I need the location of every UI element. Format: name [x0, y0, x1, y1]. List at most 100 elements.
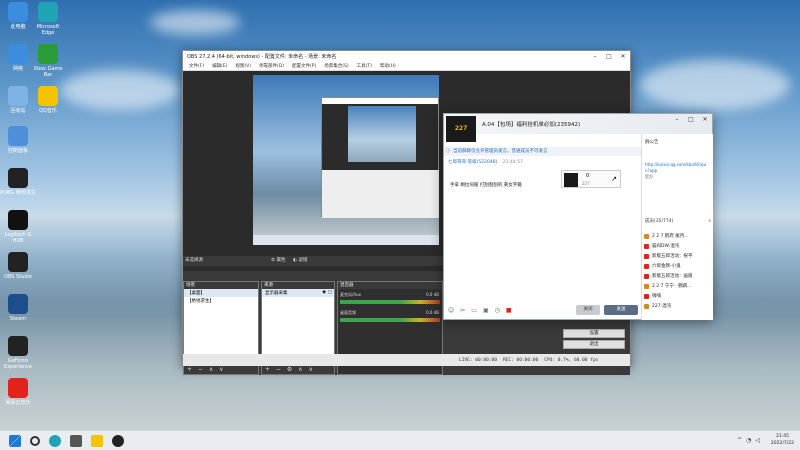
cloud [60, 70, 180, 110]
menu-item[interactable]: 编辑(E) [212, 62, 227, 70]
live-status: LIVE: 00:00:00 [459, 357, 497, 363]
cloud [150, 10, 240, 35]
filters-label: 滤镜 [298, 258, 308, 263]
announce-link[interactable]: http://kaixai.qq.com/kball/k/qun?app [642, 150, 713, 174]
nested-obs-window [321, 97, 439, 218]
volume-meter[interactable] [340, 318, 440, 322]
history-icon[interactable]: ◷ [495, 307, 500, 314]
member-item[interactable]: 猫闷DW-混沌 [642, 241, 714, 251]
taskbar: 21:45 2022/7/22 ^ ◔ ◁ [0, 430, 800, 450]
send-button[interactable]: 发送 [604, 305, 638, 315]
chat-titlebar[interactable]: 227 A.04【包场】福利挂机单必加(235942) – □ ✕ [444, 114, 712, 142]
member-name: 2 2 7 鹤府 尾月... [652, 234, 689, 239]
message-text: 手拿 桐拉伺服 打刮刮刮的 黄女字籍 [450, 183, 522, 188]
image-icon[interactable]: ▣ [483, 307, 489, 314]
volume-icon[interactable]: ◁ [755, 437, 760, 444]
scene-item[interactable]: 【桌面】 [184, 289, 258, 297]
obs-icon[interactable] [112, 434, 124, 447]
minimize-icon[interactable]: – [670, 114, 684, 125]
obs-title: OBS 27.2.4 (64-bit, windows) - 配置文件: 未命名… [187, 54, 337, 60]
close-chat-button[interactable]: 关闭 [576, 305, 600, 315]
windows-start-icon[interactable] [9, 434, 21, 447]
member-item[interactable]: 2 2 7 宁宁 · 鹦鹉... [642, 281, 714, 291]
search-icon[interactable] [30, 435, 40, 446]
desktop-icon-label: QQ音乐 [39, 108, 57, 114]
desktop-icon[interactable]: Xbox Game Bar [30, 44, 66, 78]
wifi-icon[interactable]: ◔ [746, 437, 751, 444]
desktop-icon[interactable]: Steam [0, 294, 36, 322]
member-item[interactable]: 227-混沌 [642, 301, 714, 311]
mixer-track: 麦克风/Aux 0.0 dB [338, 289, 442, 307]
close-icon[interactable]: ✕ [616, 51, 630, 62]
settings-button[interactable]: 设置 [563, 329, 625, 338]
nested-preview-2 [348, 106, 416, 162]
desktop-icon-label: Steam [9, 316, 27, 322]
menu-item[interactable]: 停靠部件(D) [259, 62, 284, 70]
member-item[interactable]: 六郎金牌-小鬼 [642, 261, 714, 271]
maximize-icon[interactable]: □ [684, 114, 698, 125]
announce-header: 群公告 [645, 140, 659, 145]
source-item[interactable]: 显示器采集 ◉ ▢ [262, 289, 334, 297]
member-item[interactable]: 2 2 7 鹤府 尾月... [642, 231, 714, 241]
menu-item[interactable]: 工具(T) [357, 62, 372, 70]
exit-button[interactable]: 退出 [563, 340, 625, 349]
task-view-icon[interactable] [70, 434, 82, 447]
track-level: 0.0 dB [426, 292, 439, 297]
eye-icon[interactable]: ◉ [322, 290, 326, 295]
folder-icon[interactable]: ▭ [471, 307, 477, 314]
menu-item[interactable]: 帮助(H) [380, 62, 396, 70]
clock-time: 21:45 [775, 434, 789, 439]
share-card[interactable]: 0 227 ↗ [561, 170, 621, 188]
edge-icon[interactable] [49, 434, 61, 447]
cpu-status: CPU: 0.7%, 60.00 fps [544, 357, 599, 363]
volume-meter[interactable] [340, 300, 440, 304]
scissors-icon[interactable]: ✂ [460, 307, 465, 314]
scene-item[interactable]: 【绝地求生】 [184, 297, 258, 305]
desktop-icon[interactable]: 控制面板 [0, 126, 36, 154]
minimize-icon[interactable]: – [588, 51, 602, 62]
tray-icons: ^ ◔ ◁ [737, 437, 760, 444]
gift-icon[interactable]: ■ [506, 307, 512, 314]
obs-titlebar[interactable]: OBS 27.2.4 (64-bit, windows) - 配置文件: 未命名… [183, 51, 630, 62]
chevron-up-icon[interactable]: ^ [737, 437, 742, 444]
scenes-toolbar[interactable]: + − ∧ ∨ [184, 366, 258, 374]
message-meta: 七郎哥哥-等级(522048) 21:44:57 [448, 159, 523, 165]
mixer-list: 麦克风/Aux 0.0 dB 桌面音频 0.0 dB [338, 289, 442, 325]
members-list: 2 2 7 鹤府 尾月... 猫闷DW-混沌 新版五郎活动：祝平 六郎金牌-小鬼 新版五… [642, 231, 714, 311]
share-icon: ↗ [611, 175, 617, 183]
menu-item[interactable]: 场景集合(S) [324, 62, 348, 70]
chat-window-controls: – □ ✕ [670, 114, 712, 125]
emoji-icon[interactable]: ☺ [448, 307, 454, 314]
member-item[interactable]: 新版五郎活动：祝平 [642, 251, 714, 261]
obs-menubar: 文件(F) 编辑(E) 视图(V) 停靠部件(D) 配置文件(P) 场景集合(S) 工具(T… [183, 62, 630, 71]
menu-item[interactable]: 文件(F) [189, 62, 204, 70]
properties-button[interactable]: ⚙ 属性 [271, 256, 285, 266]
desktop-icon[interactable]: Microsoft Edge [30, 2, 66, 36]
sender-name[interactable]: 七郎哥哥-等级(522048) [448, 160, 497, 165]
desktop-icon[interactable]: 网易云音乐 [0, 378, 36, 406]
desktop-icon[interactable]: PUBG 绝地求生 [0, 168, 36, 196]
desktop-icon-label: PUBG 绝地求生 [0, 190, 36, 196]
desktop-icon[interactable]: Logitech G HUB [0, 210, 36, 244]
card-sub: 227 [582, 181, 590, 186]
member-item[interactable]: 新版五郎活动：画眉 [642, 271, 714, 281]
sources-toolbar[interactable]: + − ⚙ ∧ ∨ [262, 366, 334, 374]
system-clock[interactable]: 21:45 2022/7/22 [771, 433, 794, 447]
close-icon[interactable]: ✕ [698, 114, 712, 125]
scenes-list: 【桌面】 【绝地求生】 [184, 289, 258, 305]
maximize-icon[interactable]: □ [602, 51, 616, 62]
preview-canvas[interactable] [253, 75, 439, 245]
lock-icon[interactable]: ▢ [328, 290, 332, 295]
desktop-icon[interactable]: OBS Studio [0, 252, 36, 280]
desktop-icon[interactable]: QQ音乐 [30, 86, 66, 114]
member-item[interactable]: 嗨嗨 [642, 291, 714, 301]
search-icon[interactable]: ⌕ [708, 218, 711, 224]
clock-date: 2022/7/22 [770, 441, 794, 446]
qq-icon[interactable] [91, 434, 103, 447]
group-chat-window[interactable]: 227 A.04【包场】福利挂机单必加(235942) – □ ✕ ⓘ 当前群聊… [443, 113, 713, 320]
app-icon [8, 336, 28, 356]
desktop-icon[interactable]: GeForce Experience [0, 336, 36, 370]
menu-item[interactable]: 视图(V) [235, 62, 251, 70]
filters-button[interactable]: ◐ 滤镜 [293, 256, 307, 266]
menu-item[interactable]: 配置文件(P) [292, 62, 316, 70]
